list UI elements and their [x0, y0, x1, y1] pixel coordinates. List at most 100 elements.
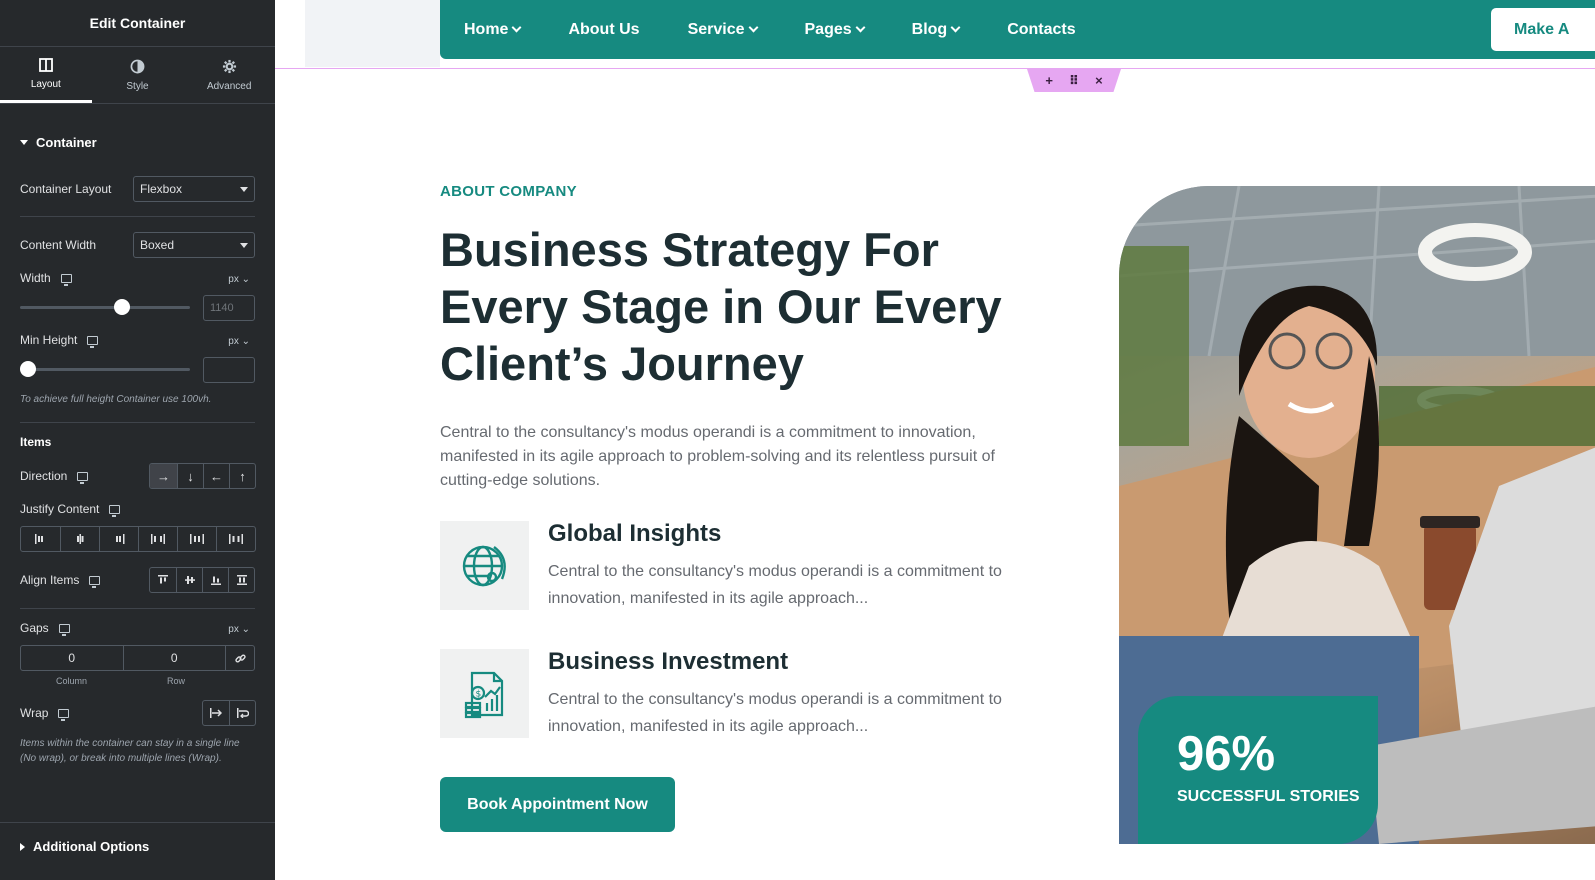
- nav-item-contacts[interactable]: Contacts: [1007, 21, 1075, 39]
- intro-paragraph: Central to the consultancy's modus opera…: [440, 424, 995, 489]
- tab-layout[interactable]: Layout: [0, 47, 92, 103]
- width-input[interactable]: 1140: [203, 295, 255, 321]
- desktop-icon[interactable]: [87, 335, 99, 348]
- justify-end-icon[interactable]: [99, 527, 138, 551]
- nav-item-blog[interactable]: Blog: [912, 21, 961, 39]
- justify-space-between-icon[interactable]: [138, 527, 177, 551]
- gap-column-label: Column: [56, 676, 88, 686]
- desktop-icon[interactable]: [77, 471, 89, 484]
- desktop-icon[interactable]: [60, 273, 72, 286]
- link-icon[interactable]: [226, 646, 254, 670]
- gaps-label-row: Gaps: [20, 621, 70, 636]
- tab-advanced-label: Advanced: [206, 80, 252, 92]
- direction-column-reverse-icon[interactable]: ↑: [229, 464, 255, 488]
- content-width-select[interactable]: Boxed: [133, 232, 255, 258]
- gap-row-label: Row: [167, 676, 186, 686]
- add-icon[interactable]: +: [1045, 73, 1053, 88]
- align-stretch-icon[interactable]: [228, 568, 254, 592]
- make-appointment-button[interactable]: Make A: [1491, 8, 1595, 51]
- justify-content-label: Justify Content: [20, 502, 100, 516]
- align-end-icon[interactable]: [202, 568, 228, 592]
- caret-down-icon: [20, 140, 28, 145]
- justify-center-icon[interactable]: [60, 527, 99, 551]
- nav-item-home[interactable]: Home: [464, 21, 522, 39]
- min-height-input[interactable]: [203, 357, 255, 383]
- additional-options-section: Additional Options: [0, 822, 275, 880]
- feature-text: Central to the consultancy's modus opera…: [548, 563, 1002, 607]
- tab-style[interactable]: Style: [92, 47, 184, 103]
- min-height-label-row: Min Height: [20, 333, 99, 348]
- chevron-down-icon: [512, 22, 522, 33]
- min-height-unit-select[interactable]: px ⌄: [228, 336, 250, 347]
- min-height-slider-handle[interactable]: [20, 361, 36, 377]
- panel-tabs: Layout Style Advanced: [0, 47, 275, 104]
- desktop-icon[interactable]: [58, 623, 70, 636]
- tab-layout-label: Layout: [30, 79, 61, 90]
- nav-item-pages[interactable]: Pages: [805, 21, 866, 39]
- feature-title: Business Investment: [548, 648, 789, 675]
- contrast-icon: [130, 59, 146, 75]
- container-handle: + ⠿ ×: [1027, 69, 1121, 92]
- layout-icon: [38, 57, 54, 73]
- direction-label: Direction: [20, 469, 68, 483]
- close-icon[interactable]: ×: [1095, 73, 1103, 88]
- gaps-inputs: 0 0: [20, 645, 255, 671]
- desktop-icon[interactable]: [58, 708, 70, 721]
- container-layout-label: Container Layout: [20, 182, 112, 196]
- width-unit-select[interactable]: px ⌄: [228, 274, 250, 285]
- feature-title: Global Insights: [548, 520, 722, 547]
- min-height-hint: To achieve full height Container use 100…: [20, 394, 212, 405]
- stat-number: 96%: [1177, 727, 1276, 781]
- nav-item-service[interactable]: Service: [688, 21, 758, 39]
- container-layout-select[interactable]: Flexbox: [133, 176, 255, 202]
- nav-item-about-us[interactable]: About Us: [568, 21, 639, 39]
- section-container-toggle[interactable]: Container: [20, 135, 97, 150]
- gaps-unit-select[interactable]: px ⌄: [228, 624, 250, 635]
- min-height-slider[interactable]: [20, 361, 190, 377]
- justify-content-label-row: Justify Content: [20, 502, 121, 517]
- chevron-down-icon: [855, 22, 866, 33]
- svg-text:$: $: [475, 689, 481, 699]
- investment-report-icon: $: [440, 649, 529, 738]
- min-height-label: Min Height: [20, 333, 78, 347]
- section-eyebrow: ABOUT COMPANY: [440, 183, 577, 200]
- width-slider-handle[interactable]: [114, 299, 130, 315]
- caret-right-icon: [20, 842, 25, 851]
- content-width-value: Boxed: [140, 238, 175, 252]
- wrap-label-row: Wrap: [20, 706, 70, 721]
- desktop-icon[interactable]: [89, 575, 101, 588]
- gaps-label: Gaps: [20, 621, 49, 635]
- book-appointment-button[interactable]: Book Appointment Now: [440, 777, 675, 832]
- direction-row-icon[interactable]: →: [150, 464, 177, 488]
- feature-text: Central to the consultancy's modus opera…: [548, 691, 1002, 735]
- page-canvas: Home About Us Service Pages Blog Contact…: [275, 0, 1595, 880]
- panel-title: Edit Container: [0, 0, 275, 47]
- width-label: Width: [20, 271, 51, 285]
- gap-row-input[interactable]: 0: [124, 646, 226, 670]
- divider: [20, 216, 255, 217]
- align-items-label-row: Align Items: [20, 573, 101, 588]
- align-center-icon[interactable]: [176, 568, 202, 592]
- direction-row-reverse-icon[interactable]: ←: [203, 464, 229, 488]
- desktop-icon[interactable]: [109, 504, 121, 517]
- tab-advanced[interactable]: Advanced: [183, 47, 275, 103]
- no-wrap-icon[interactable]: [203, 701, 229, 725]
- justify-space-evenly-icon[interactable]: [216, 527, 255, 551]
- chevron-down-icon: [240, 242, 248, 248]
- section-container-title: Container: [36, 135, 97, 150]
- wrap-label: Wrap: [20, 706, 49, 720]
- align-start-icon[interactable]: [150, 568, 176, 592]
- gap-column-input[interactable]: 0: [21, 646, 124, 670]
- container-outline: [275, 68, 1595, 69]
- additional-options-toggle[interactable]: Additional Options: [20, 839, 149, 854]
- stat-label: SUCCESSFUL STORIES: [1177, 788, 1360, 805]
- drag-handle-icon[interactable]: ⠿: [1069, 73, 1079, 89]
- wrap-icon[interactable]: [229, 701, 255, 725]
- justify-start-icon[interactable]: [21, 527, 60, 551]
- gear-icon: [221, 59, 237, 75]
- width-slider[interactable]: [20, 299, 190, 315]
- justify-space-around-icon[interactable]: [177, 527, 216, 551]
- content-width-label: Content Width: [20, 238, 97, 252]
- justify-content-control: [20, 526, 256, 552]
- direction-column-icon[interactable]: ↓: [177, 464, 203, 488]
